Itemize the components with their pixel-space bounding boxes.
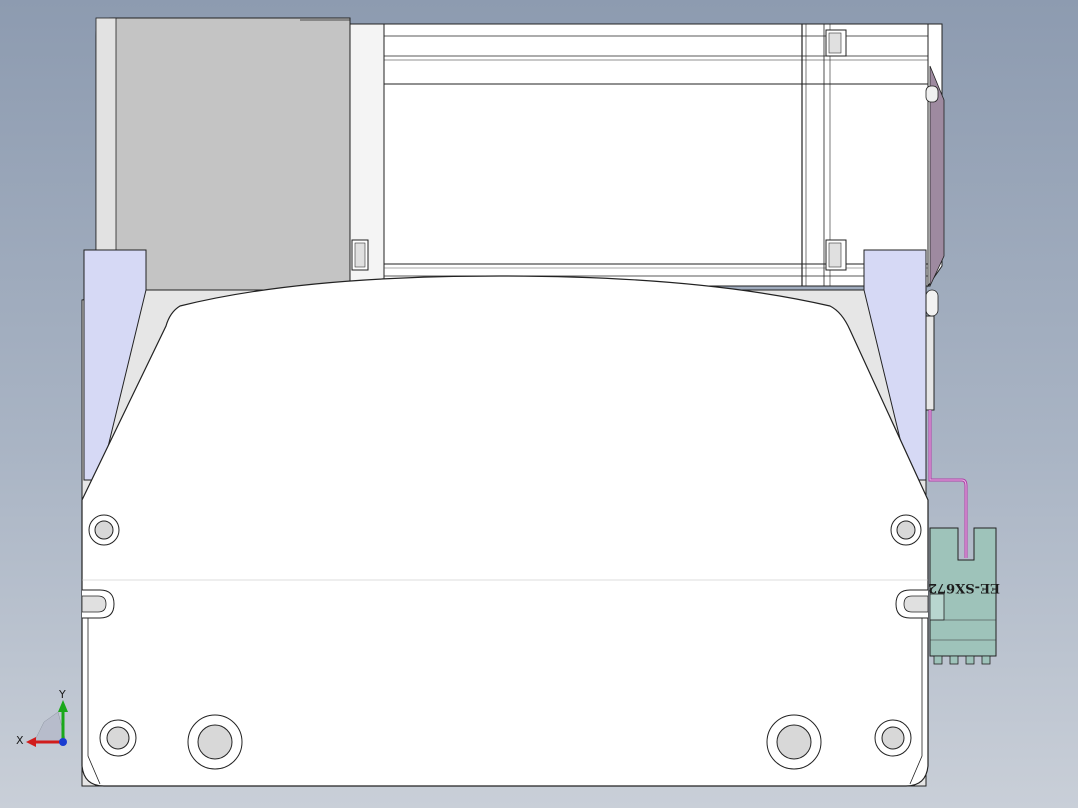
slot-right[interactable] <box>895 589 929 619</box>
sensor-part-label: EE-SX672 <box>928 580 1000 595</box>
hole-bottom-right-large[interactable] <box>766 714 822 770</box>
hole-bottom-left-large[interactable] <box>187 714 243 770</box>
hole-bottom-right-small[interactable] <box>874 719 912 757</box>
cad-viewport[interactable]: EE-SX672 Y X <box>0 0 1078 808</box>
orientation-triad: Y X <box>16 688 68 747</box>
z-axis-icon <box>59 738 67 746</box>
y-axis-arrow-icon <box>58 700 68 712</box>
hole-bottom-left-small[interactable] <box>99 719 137 757</box>
cad-model-view: EE-SX672 Y X <box>16 17 1000 787</box>
end-cap[interactable] <box>925 23 945 288</box>
x-axis-label: X <box>16 734 24 747</box>
lead-screw-housing[interactable] <box>383 23 931 287</box>
y-axis-label: Y <box>58 688 66 701</box>
photo-sensor[interactable]: EE-SX672 <box>928 527 1000 665</box>
carriage-body[interactable] <box>81 275 929 787</box>
slot-left[interactable] <box>81 589 115 619</box>
hole-upper-left[interactable] <box>88 514 120 546</box>
hole-upper-right[interactable] <box>890 514 922 546</box>
x-axis-arrow-icon <box>26 737 36 747</box>
sensor-pins <box>933 655 991 665</box>
motor-flange[interactable] <box>349 23 385 287</box>
triad-plane <box>33 711 67 743</box>
